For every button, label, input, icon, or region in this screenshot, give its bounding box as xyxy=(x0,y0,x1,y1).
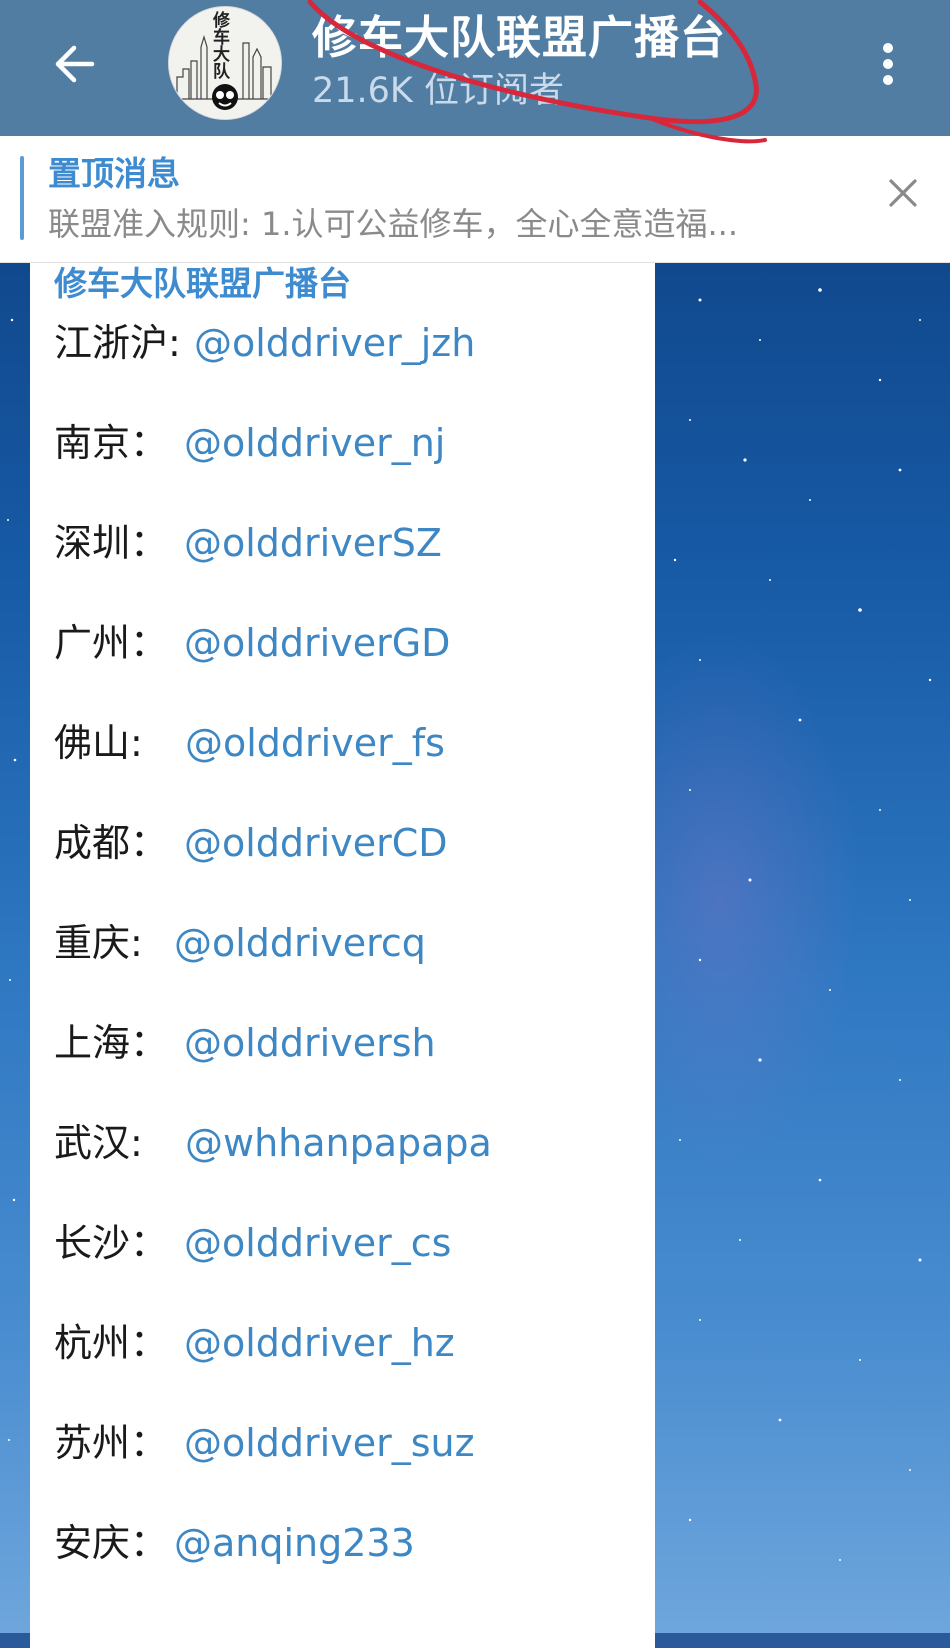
pinned-message-bar[interactable]: 置顶消息 联盟准入规则: 1.认可公益修车，全心全意造福... xyxy=(0,136,950,263)
channel-link[interactable]: @olddriver_nj xyxy=(184,413,445,473)
channel-link[interactable]: @olddriverCD xyxy=(184,813,448,873)
city-label: 上海： xyxy=(54,1021,169,1065)
city-label: 武汉: xyxy=(54,1121,143,1165)
arrow-left-icon xyxy=(55,45,95,83)
list-item: 佛山: @olddriver_fs xyxy=(54,713,445,773)
city-label: 广州： xyxy=(54,621,169,665)
close-pinned-button[interactable] xyxy=(878,168,928,218)
channel-link[interactable]: @olddriversh xyxy=(184,1013,436,1073)
list-item: 上海： @olddriversh xyxy=(54,1013,436,1073)
chat-header: 修车大队 修车大队联盟广播台 21.6K 位订阅者 xyxy=(0,0,950,136)
channel-link[interactable]: @olddriver_cs xyxy=(184,1213,451,1273)
city-label: 江浙沪: xyxy=(54,321,181,365)
list-item: 重庆: @olddrivercq xyxy=(54,913,426,973)
channel-link[interactable]: @olddriver_hz xyxy=(184,1313,455,1373)
subscriber-count: 21.6K 位订阅者 xyxy=(312,71,565,111)
city-label: 成都： xyxy=(54,821,169,865)
city-label: 重庆: xyxy=(54,921,143,965)
back-button[interactable] xyxy=(42,32,106,96)
close-icon xyxy=(889,179,917,207)
list-item: 苏州： @olddriver_suz xyxy=(54,1413,475,1473)
city-label: 南京： xyxy=(54,421,169,465)
pinned-accent-bar xyxy=(20,156,24,240)
avatar-text: 修车大队 xyxy=(213,11,230,82)
list-item: 武汉: @whhanpapapa xyxy=(54,1113,492,1173)
list-item: 成都： @olddriverCD xyxy=(54,813,448,873)
channel-link[interactable]: @olddriver_suz xyxy=(184,1413,475,1473)
channel-link[interactable]: @whhanpapapa xyxy=(185,1113,492,1173)
city-label: 长沙： xyxy=(54,1221,169,1265)
message-sender[interactable]: 修车大队联盟广播台 xyxy=(54,262,351,306)
channel-link[interactable]: @anqing233 xyxy=(174,1513,415,1573)
city-label: 安庆： xyxy=(54,1521,169,1565)
channel-link[interactable]: @olddrivercq xyxy=(174,913,426,973)
city-label: 深圳： xyxy=(54,521,169,565)
list-item: 安庆： @anqing233 xyxy=(54,1513,415,1573)
channel-avatar[interactable]: 修车大队 xyxy=(168,6,282,120)
list-item: 广州： @olddriverGD xyxy=(54,613,450,673)
message-bubble: 修车大队联盟广播台 江浙沪: @olddriver_jzh 南京： @olddriv… xyxy=(30,248,655,1648)
city-label: 苏州： xyxy=(54,1421,169,1465)
list-item: 深圳： @olddriverSZ xyxy=(54,513,442,573)
city-label: 佛山: xyxy=(54,721,143,765)
list-item: 南京： @olddriver_nj xyxy=(54,413,445,473)
channel-link[interactable]: @olddriverGD xyxy=(184,613,450,673)
pinned-label: 置顶消息 xyxy=(48,154,180,193)
channel-link[interactable]: @olddriver_fs xyxy=(185,713,445,773)
channel-link[interactable]: @olddriverSZ xyxy=(184,513,442,573)
list-item: 江浙沪: @olddriver_jzh xyxy=(54,313,475,373)
more-vertical-icon xyxy=(883,43,893,85)
channel-title[interactable]: 修车大队联盟广播台 xyxy=(312,8,726,68)
more-options-button[interactable] xyxy=(868,36,908,92)
channel-link[interactable]: @olddriver_jzh xyxy=(194,313,475,373)
city-label: 杭州： xyxy=(54,1321,169,1365)
list-item: 长沙： @olddriver_cs xyxy=(54,1213,451,1273)
pinned-text: 联盟准入规则: 1.认可公益修车，全心全意造福... xyxy=(48,205,739,243)
list-item: 杭州： @olddriver_hz xyxy=(54,1313,455,1373)
